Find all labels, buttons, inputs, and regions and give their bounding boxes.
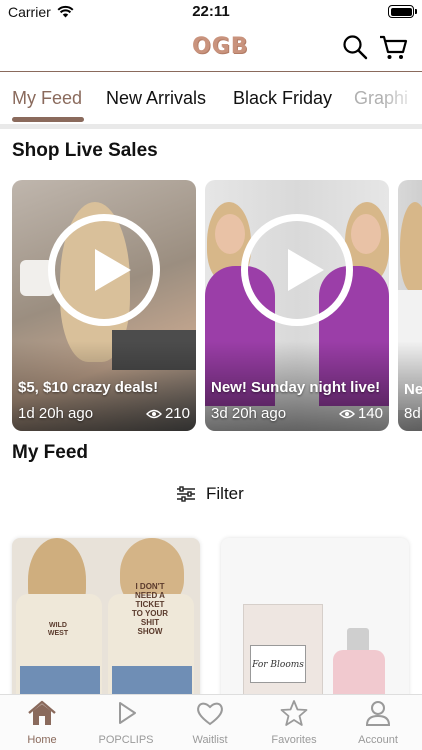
app-header: OGB xyxy=(0,24,422,72)
clock: 22:11 xyxy=(192,3,230,20)
shirt-graphic-line: NEED A xyxy=(135,591,165,600)
section-title-my-feed: My Feed xyxy=(12,442,89,463)
live-sale-time: 1d 20h ago xyxy=(18,405,94,422)
view-count: 140 xyxy=(338,405,383,422)
eye-icon xyxy=(145,409,162,418)
play-icon[interactable] xyxy=(241,214,353,326)
play-icon[interactable] xyxy=(48,214,160,326)
shirt-graphic-line: TICKET xyxy=(135,600,165,609)
active-tab-indicator xyxy=(12,117,84,122)
product-card[interactable]: WILD WEST I DON'T NEED A TICKET TO YOUR … xyxy=(12,538,200,708)
tabbar-home[interactable]: Home xyxy=(0,699,84,746)
video-thumbnail-face xyxy=(215,214,245,254)
live-sale-time: 3d 20h ago xyxy=(211,405,287,422)
tabs-fade xyxy=(382,74,422,124)
tabbar-waitlist[interactable]: Waitlist xyxy=(168,699,252,746)
filter-button[interactable]: Filter xyxy=(176,484,244,504)
shirt-graphic-line: SHIT xyxy=(140,618,160,627)
tabbar-account[interactable]: Account xyxy=(336,699,420,746)
category-tabs: My Feed New Arrivals Black Friday Graphi xyxy=(0,74,422,124)
video-thumbnail xyxy=(400,202,422,292)
box-label: For Blooms xyxy=(250,645,306,683)
tab-my-feed[interactable]: My Feed xyxy=(12,88,82,109)
live-sale-title: Ne xyxy=(404,381,422,398)
product-card[interactable]: For Blooms xyxy=(221,538,409,708)
person-icon xyxy=(365,701,391,726)
play-icon xyxy=(119,702,136,724)
tabbar-label: Home xyxy=(27,734,57,746)
tabbar-favorites[interactable]: Favorites xyxy=(252,699,336,746)
status-bar: Carrier 22:11 xyxy=(0,0,422,24)
shirt-graphic-line: TO YOUR xyxy=(131,609,169,618)
tabbar-label: Favorites xyxy=(271,734,317,746)
heart-icon xyxy=(197,702,223,726)
view-count-value: 140 xyxy=(357,405,383,422)
search-icon[interactable] xyxy=(342,34,368,65)
live-sale-time: 8d xyxy=(404,405,421,422)
home-icon xyxy=(28,700,56,725)
live-sale-card[interactable]: New! Sunday night live! 3d 20h ago 140 xyxy=(205,180,389,431)
bottom-tab-bar: Home POPCLIPS Waitlist Favorites Account xyxy=(0,694,422,750)
section-title-live-sales: Shop Live Sales xyxy=(12,140,158,161)
star-icon xyxy=(280,700,308,726)
tab-black-friday[interactable]: Black Friday xyxy=(233,88,332,109)
shirt-graphic-front: WILD WEST xyxy=(47,622,69,637)
view-count-value: 210 xyxy=(164,405,190,422)
brand-logo[interactable]: OGB xyxy=(192,34,249,59)
shirt-graphic-line: SHOW xyxy=(137,627,163,636)
tab-new-arrivals[interactable]: New Arrivals xyxy=(106,88,206,109)
shirt-graphic-back: I DON'T NEED A TICKET TO YOUR SHIT SHOW xyxy=(120,582,180,636)
live-sale-title: $5, $10 crazy deals! xyxy=(18,379,159,396)
filter-label: Filter xyxy=(206,484,244,503)
live-sale-card[interactable]: $5, $10 crazy deals! 1d 20h ago 210 xyxy=(12,180,196,431)
tabbar-popclips[interactable]: POPCLIPS xyxy=(84,699,168,746)
tabbar-label: Waitlist xyxy=(192,734,228,746)
eye-icon xyxy=(338,409,355,418)
product-image-box: For Blooms xyxy=(243,604,323,708)
divider xyxy=(0,124,422,129)
cart-icon[interactable] xyxy=(378,32,408,67)
view-count: 210 xyxy=(145,405,190,422)
video-thumbnail-face xyxy=(351,214,381,254)
live-sale-title: New! Sunday night live! xyxy=(211,379,381,396)
battery-icon xyxy=(388,5,417,18)
shirt-graphic-line: I DON'T xyxy=(135,582,165,591)
tabbar-label: Account xyxy=(358,734,398,746)
filter-icon xyxy=(177,486,195,502)
live-sale-card[interactable]: Ne 8d xyxy=(398,180,422,431)
tabbar-label: POPCLIPS xyxy=(98,734,154,746)
